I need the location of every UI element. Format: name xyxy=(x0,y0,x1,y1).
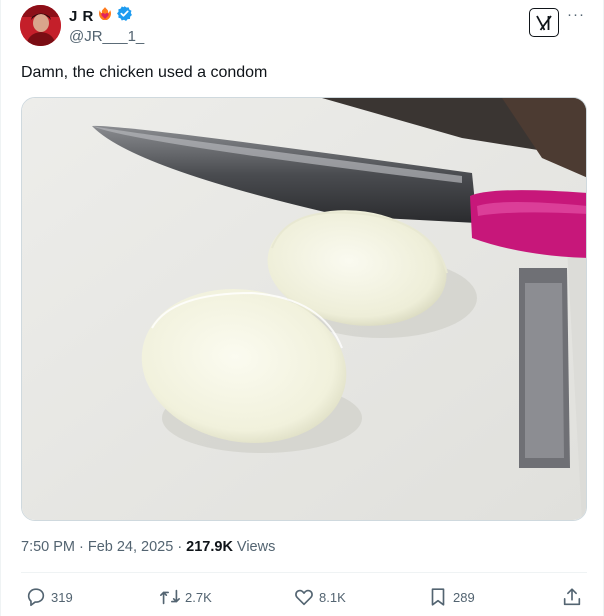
avatar-image xyxy=(20,5,61,46)
meta-separator: · xyxy=(79,539,84,555)
tweet-image[interactable] xyxy=(21,97,587,521)
bookmark-button[interactable]: 289 xyxy=(427,586,475,608)
retweet-icon xyxy=(160,589,180,605)
share-button[interactable] xyxy=(561,586,583,608)
avatar[interactable] xyxy=(20,5,61,46)
author-handle[interactable]: @JR___1_ xyxy=(69,28,144,45)
views-label: Views xyxy=(236,539,276,555)
author-name-row[interactable]: J R xyxy=(69,5,133,27)
verified-badge-icon xyxy=(116,5,133,27)
heart-icon xyxy=(295,589,313,606)
tweet-text: Damn, the chicken used a condom xyxy=(21,64,268,81)
views-count: 217.9K xyxy=(186,539,233,555)
tweet-date[interactable]: Feb 24, 2025 xyxy=(88,539,173,555)
like-button[interactable]: 8.1K xyxy=(293,586,346,608)
meta-separator: · xyxy=(177,539,183,555)
like-count: 8.1K xyxy=(319,589,346,605)
bookmark-icon xyxy=(431,588,445,606)
divider xyxy=(21,572,587,573)
reply-icon xyxy=(27,588,45,607)
photo-boiled-egg-halves-knife xyxy=(22,98,586,520)
bookmark-count: 289 xyxy=(453,589,475,605)
grok-icon xyxy=(536,14,552,31)
reply-count: 319 xyxy=(51,589,73,605)
grok-button[interactable] xyxy=(529,8,559,37)
tweet-card: J R @JR___1_ ··· Damn, the chicken used … xyxy=(0,0,604,616)
tweet-time[interactable]: 7:50 PM xyxy=(21,539,75,555)
retweet-button[interactable]: 2.7K xyxy=(159,586,212,608)
display-name[interactable]: J R xyxy=(69,8,94,25)
share-icon xyxy=(563,588,581,606)
action-bar: 319 2.7K 8.1K 289 xyxy=(1,586,604,610)
tweet-meta: 7:50 PM · Feb 24, 2025 · 217.9K Views xyxy=(21,539,275,555)
reply-button[interactable]: 319 xyxy=(25,586,73,608)
heart-on-fire-icon xyxy=(97,6,113,27)
retweet-count: 2.7K xyxy=(185,589,212,605)
more-options-button[interactable]: ··· xyxy=(567,7,585,22)
